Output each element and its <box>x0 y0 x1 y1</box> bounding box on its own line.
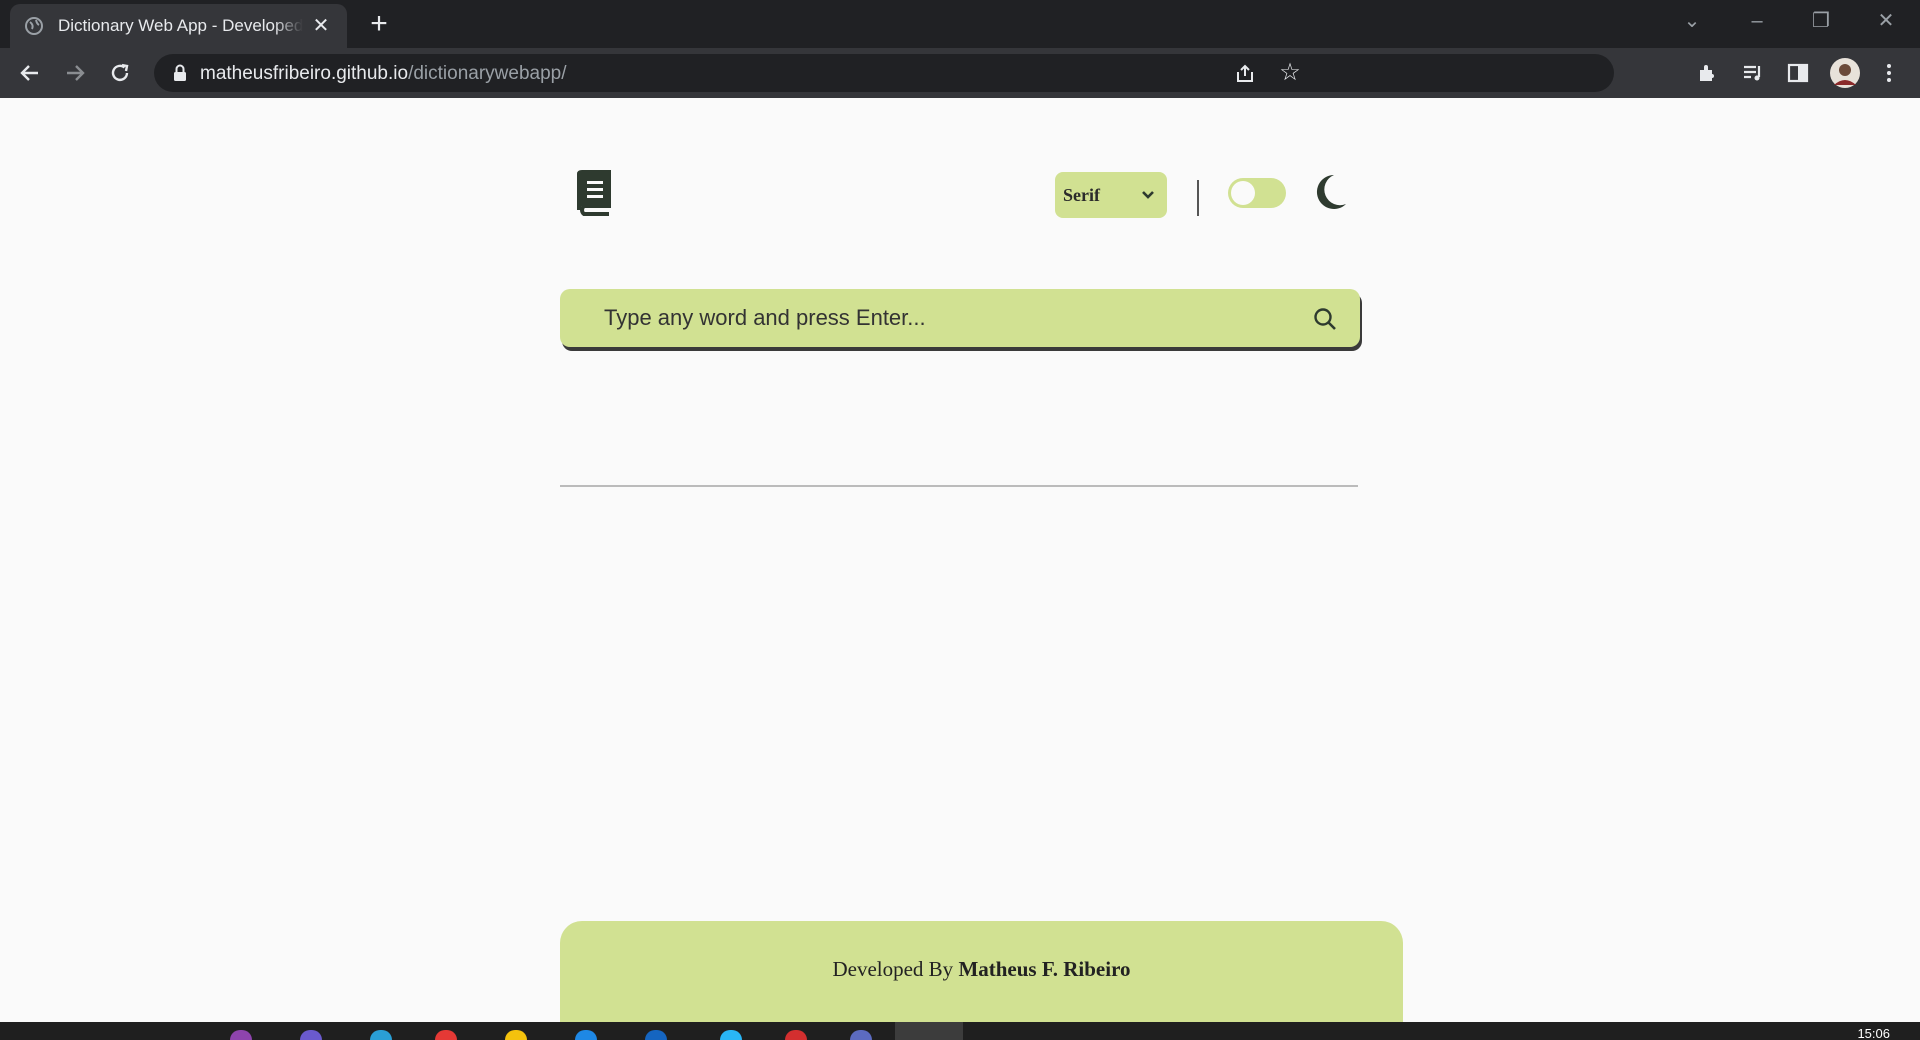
font-family-select[interactable]: Serif <box>1055 172 1167 218</box>
minimize-button[interactable]: – <box>1737 6 1777 36</box>
taskbar-app-icon[interactable] <box>505 1030 527 1040</box>
browser-toolbar: matheusfribeiro.github.io/dictionaryweba… <box>0 48 1920 98</box>
theme-toggle[interactable] <box>1228 178 1286 208</box>
reload-icon <box>111 63 129 82</box>
header-divider <box>1197 180 1199 216</box>
taskbar-clock: 15:06 <box>1857 1026 1890 1040</box>
reload-button[interactable] <box>105 58 135 88</box>
bookmark-star-icon[interactable]: ☆ <box>1278 61 1302 85</box>
search-icon[interactable] <box>1312 306 1338 332</box>
taskbar-app-icon[interactable] <box>850 1030 872 1040</box>
browser-tabstrip: Dictionary Web App - Developed By Matheu… <box>0 0 1920 48</box>
search-bar <box>560 289 1360 347</box>
taskbar-app-icon[interactable] <box>230 1030 252 1040</box>
content-divider <box>560 485 1358 487</box>
restore-button[interactable]: ❐ <box>1801 6 1841 36</box>
chevron-down-icon <box>1142 191 1154 199</box>
globe-icon <box>24 16 44 36</box>
extensions-icon[interactable] <box>1695 60 1721 86</box>
footer-credit: Developed By Matheus F. Ribeiro <box>832 957 1130 1025</box>
url-text: matheusfribeiro.github.io/dictionaryweba… <box>200 63 567 85</box>
new-tab-button[interactable]: + <box>365 9 393 39</box>
tab-search-icon[interactable]: ⌄ <box>1672 6 1712 36</box>
font-select-value: Serif <box>1063 184 1100 205</box>
moon-icon <box>1310 172 1348 212</box>
tab-title: Dictionary Web App - Developed By Matheu… <box>58 16 303 35</box>
toggle-knob <box>1231 181 1255 205</box>
book-logo-icon <box>573 170 613 216</box>
lock-icon <box>170 63 190 83</box>
back-button[interactable] <box>15 58 45 88</box>
back-arrow-icon <box>20 65 38 81</box>
url-path: /dictionarywebapp/ <box>408 63 567 84</box>
taskbar-active-app[interactable] <box>895 1022 963 1040</box>
taskbar-app-icon[interactable] <box>785 1030 807 1040</box>
share-icon[interactable] <box>1234 63 1256 85</box>
taskbar-app-icon[interactable] <box>435 1030 457 1040</box>
url-host: matheusfribeiro.github.io <box>200 63 409 84</box>
taskbar-app-icon[interactable] <box>370 1030 392 1040</box>
taskbar-app-icon[interactable] <box>300 1030 322 1040</box>
forward-button[interactable] <box>60 58 90 88</box>
taskbar-app-icon[interactable] <box>720 1030 742 1040</box>
media-controls-icon[interactable] <box>1740 60 1766 86</box>
search-input[interactable] <box>560 289 1300 347</box>
taskbar-app-icon[interactable] <box>645 1030 667 1040</box>
taskbar-app-icon[interactable] <box>575 1030 597 1040</box>
browser-tab[interactable]: Dictionary Web App - Developed By Matheu… <box>10 4 347 48</box>
footer: Developed By Matheus F. Ribeiro <box>560 921 1403 1025</box>
footer-prefix: Developed By <box>832 957 959 981</box>
forward-arrow-icon <box>67 65 85 81</box>
footer-author: Matheus F. Ribeiro <box>958 957 1131 981</box>
close-window-button[interactable]: ✕ <box>1866 6 1906 36</box>
profile-avatar[interactable] <box>1829 57 1861 89</box>
side-panel-icon[interactable] <box>1785 60 1811 86</box>
close-tab-icon[interactable]: ✕ <box>311 16 331 36</box>
os-taskbar: 15:06 <box>0 1022 1920 1040</box>
browser-menu-icon[interactable] <box>1876 60 1902 86</box>
address-bar[interactable]: matheusfribeiro.github.io/dictionaryweba… <box>154 54 1614 92</box>
